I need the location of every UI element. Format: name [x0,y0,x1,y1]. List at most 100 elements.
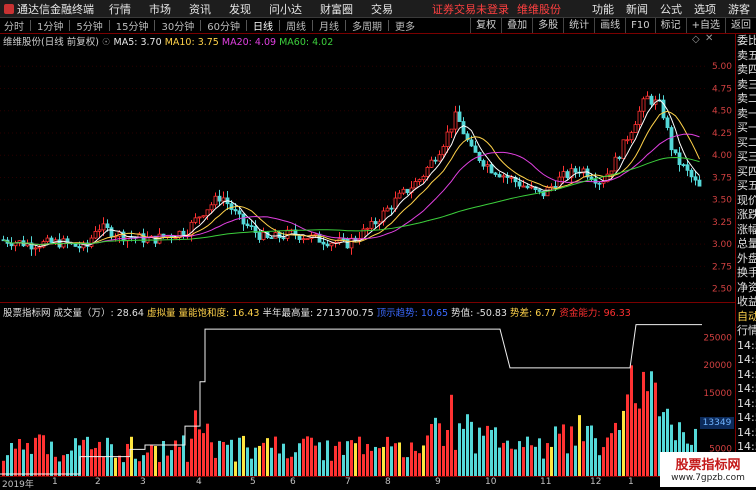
volume-bar [206,423,209,476]
menu-market[interactable]: 市场 [140,1,180,17]
menu-newsbtn[interactable]: 新闻 [620,1,654,17]
stats-button[interactable]: 统计 [563,18,594,33]
x-tick-label: 1 [52,477,58,487]
period-tab[interactable]: 1分钟 [33,18,67,33]
period-tab[interactable]: 分时 [0,18,28,33]
volume-bar [610,433,613,476]
draw-line-button[interactable]: 画线 [594,18,625,33]
period-tab[interactable]: 月线 [315,18,343,33]
volume-bar [202,433,205,476]
y-tick-label: 4.50 [712,107,732,117]
volume-bar [134,458,137,476]
volume-bar [334,445,337,476]
volume-bar [518,441,521,476]
overlay-button[interactable]: 叠加 [501,18,532,33]
menubar: 通达信金融终端 行情 市场 资讯 发现 问小达 财富圈 交易 证券交易未登录 维… [0,0,756,18]
period-tab[interactable]: 周线 [282,18,310,33]
volume-bar [14,448,17,476]
volume-bar [190,438,193,476]
right-panel-item: 收益 [737,295,756,308]
watermark-url: www.7gpzb.com [671,473,745,483]
volume-bar [426,435,429,476]
menu-formula[interactable]: 公式 [654,1,688,17]
candle-body [305,238,310,241]
volume-bar [550,446,553,476]
candle-body [453,111,458,130]
volume-bar [386,436,389,476]
candle-body [637,110,642,125]
volume-bar [298,443,301,476]
period-tab-more[interactable]: 更多 [391,18,419,33]
volume-bar [42,435,45,476]
menu-ask[interactable]: 问小达 [260,1,311,17]
volume-bar [218,440,221,476]
multi-stock-button[interactable]: 多股 [532,18,563,33]
right-quote-panel: 委比 卖五 卖四 卖三 卖二 卖一 买一 买二 买三 买四 买五 现价 涨跌 涨幅 总量 外盘 换手 净资 收益 自动… [735,34,756,487]
volume-bar [578,415,581,476]
menu-options[interactable]: 选项 [688,1,722,17]
adjust-button[interactable]: 复权 [470,18,501,33]
volume-bar [230,439,233,476]
period-tab[interactable]: 多周期 [348,18,386,33]
volume-bar [614,422,617,476]
volume-bar [562,424,565,476]
candle-body [669,127,674,151]
y-tick-label: 4.75 [712,84,732,94]
right-panel-item: 买二 [737,135,756,149]
volume-bar [338,441,341,476]
period-tab[interactable]: 15分钟 [112,18,153,33]
volume-chart[interactable]: 250002000015000100005000 [0,318,735,476]
menu-news[interactable]: 资讯 [180,1,220,17]
volume-bar [26,442,29,476]
f10-button[interactable]: F10 [625,18,654,33]
candle-body [673,149,678,154]
kline-chart[interactable]: 5.00 4.75 4.50 4.25 4.00 3.75 3.50 3.25 3.00 2.75… [0,44,735,302]
candle-body [297,234,302,240]
back-button[interactable]: 返回 [725,18,756,33]
mark-button[interactable]: 标记 [654,18,686,33]
volume-bar [306,436,309,476]
volume-bar [6,455,9,476]
menu-function[interactable]: 功能 [586,1,620,17]
chart-close-icon[interactable]: ✕ [705,33,713,44]
volume-bar [402,457,405,476]
add-watchlist-button[interactable]: +自选 [685,18,725,33]
menu-trade[interactable]: 交易 [362,1,402,17]
candle-body [201,215,206,218]
volume-bar [322,460,325,476]
volume-bar [346,441,349,476]
candle-body [617,156,622,159]
volume-bar [574,445,577,476]
right-panel-item: 14:56 [737,367,756,381]
y-tick-label: 3.00 [712,240,732,250]
volume-bar [30,453,33,476]
candle-body [241,213,246,225]
period-tab[interactable]: 5分钟 [72,18,106,33]
volume-bar [606,437,609,476]
volume-bar [342,454,345,476]
period-tab[interactable]: 60分钟 [203,18,244,33]
candle-body [677,152,682,165]
volume-bar [366,443,369,476]
x-tick-label: 4 [196,477,202,487]
menu-guest[interactable]: 游客 [722,1,756,17]
menu-quotes[interactable]: 行情 [100,1,140,17]
candle-body [281,237,286,240]
volume-bar [238,437,241,476]
login-notice[interactable]: 证券交易未登录 [432,1,509,17]
x-tick-label: 2019年 [2,480,34,490]
volume-bar [650,371,653,476]
candle-body [301,238,306,241]
volume-bar [354,443,357,476]
volume-bar [54,456,57,476]
right-panel-item[interactable]: 行情 [736,324,756,339]
right-panel-item[interactable]: 自动 [736,310,756,325]
volume-bar [438,423,441,476]
volume-bar [142,455,145,476]
candle-body [49,237,54,243]
candle-body [641,98,646,112]
menu-wealth[interactable]: 财富圈 [311,1,362,17]
period-tab-selected[interactable]: 日线 [249,18,277,33]
period-tab[interactable]: 30分钟 [157,18,198,33]
menu-discover[interactable]: 发现 [220,1,260,17]
